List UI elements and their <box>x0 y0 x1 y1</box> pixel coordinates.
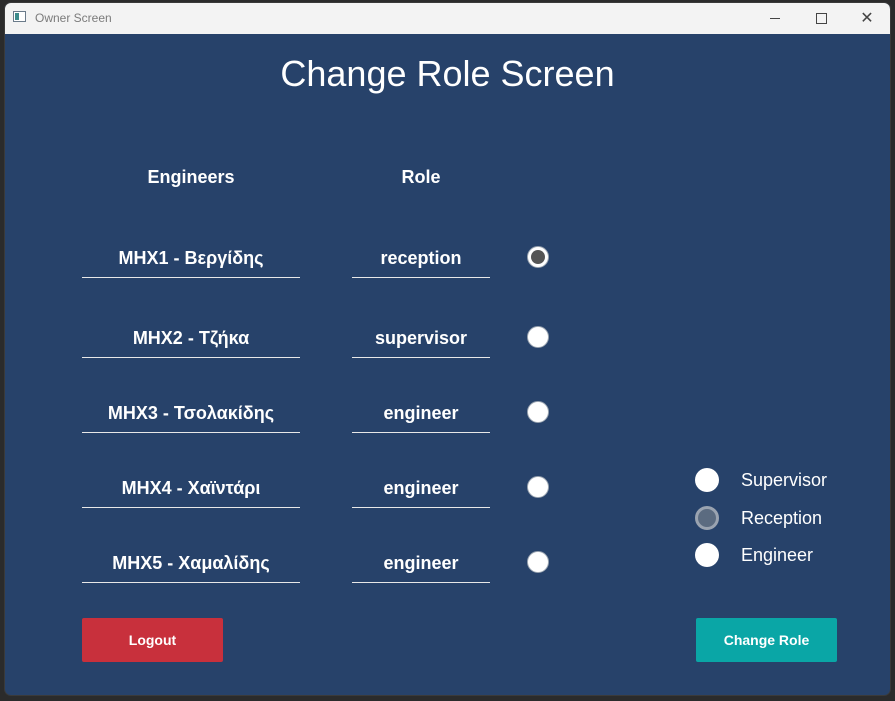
engineer-name-field[interactable]: ΜΗΧ4 - Χαϊντάρι <box>82 469 300 508</box>
role-option-reception-label[interactable]: Reception <box>741 508 822 529</box>
engineer-role-field[interactable]: engineer <box>352 469 490 508</box>
engineer-select-radio[interactable] <box>527 401 549 423</box>
engineer-select-radio[interactable] <box>527 326 549 348</box>
engineer-role-field[interactable]: engineer <box>352 544 490 583</box>
engineer-select-radio[interactable] <box>527 551 549 573</box>
change-role-button[interactable]: Change Role <box>696 618 837 662</box>
engineer-name-field[interactable]: ΜΗΧ2 - Τζήκα <box>82 319 300 358</box>
role-option-supervisor-label[interactable]: Supervisor <box>741 470 827 491</box>
close-button[interactable]: ✕ <box>844 3 890 34</box>
maximize-button[interactable] <box>798 3 844 34</box>
engineer-select-radio[interactable] <box>527 246 549 268</box>
close-icon: ✕ <box>860 9 874 27</box>
title-bar: Owner Screen ✕ <box>5 3 890 34</box>
role-option-engineer-radio[interactable] <box>695 543 719 567</box>
role-option-reception-radio[interactable] <box>695 506 719 530</box>
engineer-name-field[interactable]: ΜΗΧ3 - Τσολακίδης <box>82 394 300 433</box>
maximize-icon <box>815 13 827 24</box>
window-title: Owner Screen <box>35 11 112 25</box>
owner-screen-window: Owner Screen ✕ Change Role Screen Engine… <box>5 3 890 695</box>
role-header: Role <box>401 167 441 187</box>
page-title: Change Role Screen <box>280 53 615 94</box>
engineer-role-field[interactable]: engineer <box>352 394 490 433</box>
engineers-header: Engineers <box>147 167 235 187</box>
engineer-role-field[interactable]: supervisor <box>352 319 490 358</box>
engineer-select-radio[interactable] <box>527 476 549 498</box>
minimize-button[interactable] <box>752 3 798 34</box>
logout-button[interactable]: Logout <box>82 618 223 662</box>
role-option-supervisor-radio[interactable] <box>695 468 719 492</box>
engineer-name-field[interactable]: ΜΗΧ1 - Βεργίδης <box>82 239 300 278</box>
engineer-name-field[interactable]: ΜΗΧ5 - Χαμαλίδης <box>82 544 300 583</box>
minimize-icon <box>770 18 780 19</box>
role-option-engineer-label[interactable]: Engineer <box>741 545 813 566</box>
engineer-role-field[interactable]: reception <box>352 239 490 278</box>
app-icon <box>13 11 26 22</box>
